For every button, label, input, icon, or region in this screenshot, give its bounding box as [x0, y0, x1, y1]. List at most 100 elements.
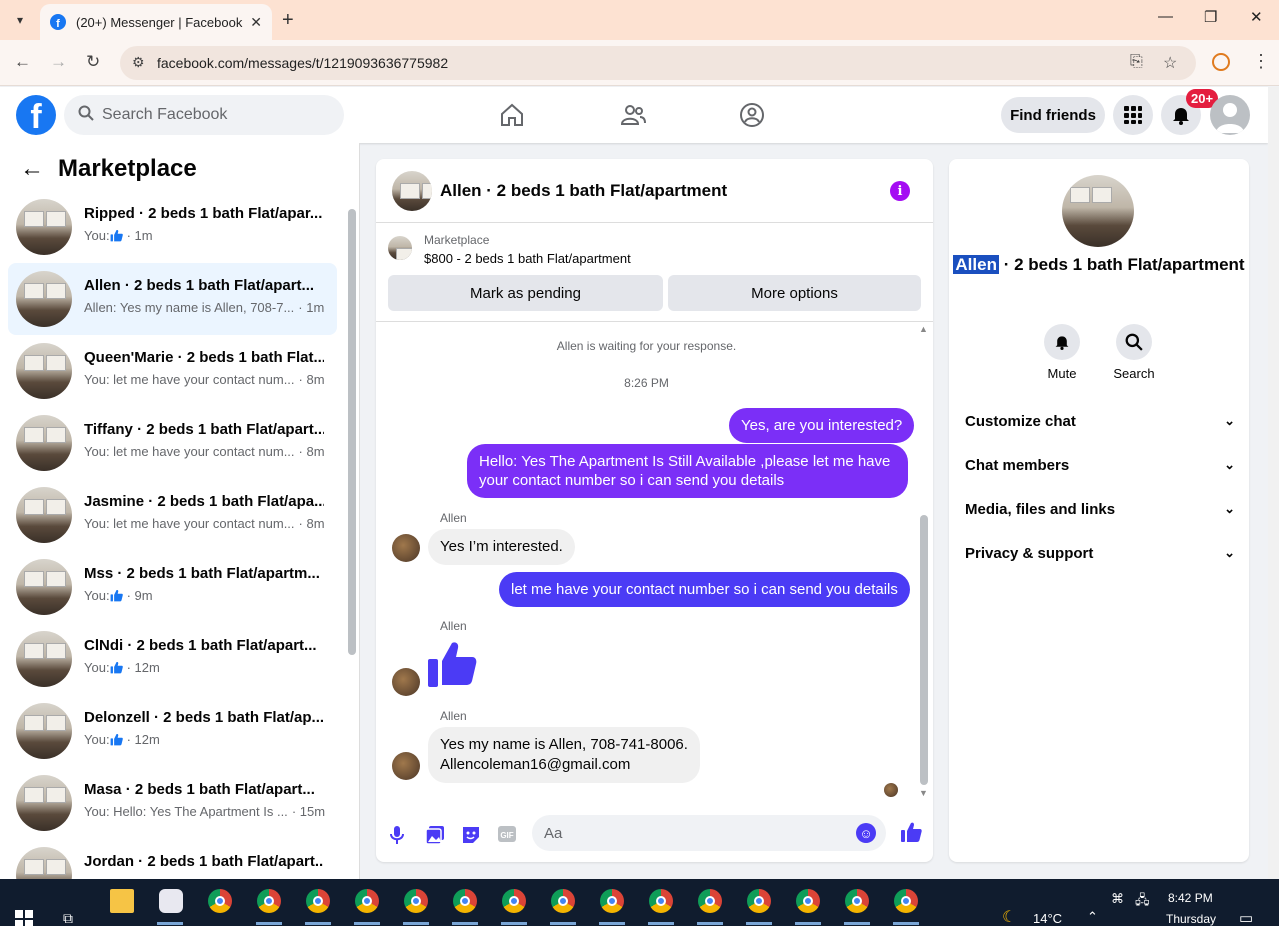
search-in-conversation-button[interactable]: Search	[1104, 324, 1164, 381]
photo-icon[interactable]	[425, 825, 445, 850]
new-tab-button[interactable]: +	[282, 8, 294, 32]
chrome-window-icon[interactable]	[208, 889, 232, 913]
conversation-item[interactable]: Delonzell · 2 beds 1 bath Flat/ap... You:…	[8, 695, 337, 767]
conversation-item[interactable]: Jasmine · 2 beds 1 bath Flat/apa... You: …	[8, 479, 337, 551]
address-bar[interactable]: ⚙ facebook.com/messages/t/12190936367759…	[120, 46, 1196, 80]
chrome-window-icon[interactable]	[845, 889, 869, 913]
browser-tab[interactable]: f (20+) Messenger | Facebook ✕	[40, 4, 272, 40]
back-arrow-icon[interactable]: ←	[20, 155, 44, 183]
conversation-item[interactable]: Mss · 2 beds 1 bath Flat/apartm... You: ·…	[8, 551, 337, 623]
incoming-message[interactable]: Yes my name is Allen, 708-741-8006. Alle…	[428, 727, 700, 783]
menu-grid-icon[interactable]	[1113, 95, 1153, 135]
conversation-item[interactable]: Allen · 2 beds 1 bath Flat/apart... Allen…	[8, 263, 337, 335]
gif-icon[interactable]: GIF	[497, 825, 517, 848]
chrome-window-icon[interactable]	[355, 889, 379, 913]
account-avatar[interactable]	[1210, 95, 1250, 135]
notifications-icon[interactable]: ▭	[1239, 909, 1253, 926]
windows-start-icon[interactable]	[15, 910, 33, 926]
chrome-window-icon[interactable]	[796, 889, 820, 913]
chat-listing-thumbnail[interactable]	[392, 171, 432, 211]
conversation-item[interactable]: ClNdi · 2 beds 1 bath Flat/apart... You: …	[8, 623, 337, 695]
conversation-item[interactable]: Masa · 2 beds 1 bath Flat/apart... You: H…	[8, 767, 337, 839]
listing-price-title[interactable]: $800 - 2 beds 1 bath Flat/apartment	[424, 251, 631, 266]
reload-button[interactable]: ↻	[86, 52, 100, 72]
bookmark-star-icon[interactable]: ☆	[1163, 53, 1177, 73]
search-facebook-input[interactable]: Search Facebook	[64, 95, 344, 135]
outgoing-message[interactable]: Hello: Yes The Apartment Is Still Availa…	[467, 444, 908, 498]
conversation-item[interactable]: Jordan · 2 beds 1 bath Flat/apart...	[8, 839, 337, 879]
groups-icon[interactable]	[738, 101, 766, 129]
facebook-logo-icon[interactable]: f	[16, 95, 56, 135]
site-info-icon[interactable]: ⚙	[132, 54, 145, 71]
install-app-icon[interactable]: ⎘	[1130, 53, 1143, 71]
close-window-button[interactable]: ✕	[1250, 8, 1263, 26]
mark-as-pending-button[interactable]: Mark as pending	[388, 275, 663, 311]
list-scrollbar[interactable]	[348, 209, 356, 655]
sender-avatar[interactable]	[392, 752, 420, 780]
chrome-window-icon[interactable]	[306, 889, 330, 913]
chrome-window-icon[interactable]	[649, 889, 673, 913]
listing-thumbnail[interactable]	[388, 236, 412, 260]
tray-chevron-icon[interactable]: ⌃	[1087, 909, 1098, 925]
outgoing-message[interactable]: let me have your contact number so i can…	[499, 572, 910, 607]
search-icon	[1116, 324, 1152, 360]
sender-avatar[interactable]	[392, 534, 420, 562]
chrome-window-icon[interactable]	[502, 889, 526, 913]
chat-scrollbar[interactable]	[920, 515, 928, 785]
tab-close-icon[interactable]: ✕	[250, 14, 262, 31]
restore-button[interactable]: ❐	[1204, 8, 1217, 26]
profile-icon[interactable]	[1212, 53, 1230, 71]
tray-app-icon[interactable]: ⌘	[1111, 891, 1124, 907]
back-button[interactable]: ←	[14, 52, 31, 72]
outgoing-message[interactable]: Yes, are you interested?	[729, 408, 915, 443]
privacy-support-row[interactable]: Privacy & support ⌄	[965, 538, 1235, 568]
chat-members-row[interactable]: Chat members ⌄	[965, 450, 1235, 480]
selected-name-text: Allen	[953, 255, 999, 274]
customize-chat-row[interactable]: Customize chat ⌄	[965, 406, 1235, 436]
incoming-message[interactable]: Yes I’m interested.	[428, 529, 575, 565]
info-icon[interactable]: i	[890, 181, 910, 201]
weather-moon-icon[interactable]: ☾	[1002, 907, 1016, 926]
like-sticker-icon[interactable]	[426, 639, 478, 694]
friends-icon[interactable]	[619, 101, 647, 129]
clock-day[interactable]: Thursday	[1166, 912, 1216, 926]
network-icon[interactable]: 🖧	[1135, 891, 1150, 913]
clock-time[interactable]: 8:42 PM	[1168, 891, 1213, 905]
chrome-window-icon[interactable]	[698, 889, 722, 913]
section-label: Chat members	[965, 456, 1070, 474]
conversation-item[interactable]: Ripped · 2 beds 1 bath Flat/apar... You: …	[8, 191, 337, 263]
forward-button[interactable]: →	[50, 52, 67, 72]
chrome-window-icon[interactable]	[551, 889, 575, 913]
like-send-icon[interactable]	[900, 821, 922, 848]
scroll-up-icon[interactable]: ▲	[919, 324, 928, 334]
sender-avatar[interactable]	[392, 668, 420, 696]
minimize-button[interactable]: —	[1158, 8, 1173, 25]
more-options-button[interactable]: More options	[668, 275, 921, 311]
chrome-window-icon[interactable]	[404, 889, 428, 913]
find-friends-button[interactable]: Find friends	[1001, 97, 1105, 133]
browser-menu-icon[interactable]: ⋮	[1252, 51, 1270, 72]
chrome-window-icon[interactable]	[257, 889, 281, 913]
page-scrollbar[interactable]	[1268, 87, 1279, 879]
weather-temp[interactable]: 14°C	[1033, 911, 1062, 926]
paint-app-icon[interactable]	[159, 889, 183, 913]
chrome-window-icon[interactable]	[453, 889, 477, 913]
conversation-item[interactable]: Tiffany · 2 beds 1 bath Flat/apart... You…	[8, 407, 337, 479]
mic-icon[interactable]	[390, 825, 404, 850]
chrome-window-icon[interactable]	[747, 889, 771, 913]
message-input[interactable]: Aa ☺	[532, 815, 886, 851]
conversation-item[interactable]: Queen'Marie · 2 beds 1 bath Flat... You: …	[8, 335, 337, 407]
media-files-links-row[interactable]: Media, files and links ⌄	[965, 494, 1235, 524]
mute-button[interactable]: Mute	[1032, 324, 1092, 381]
emoji-icon[interactable]: ☺	[856, 823, 876, 843]
listing-photo[interactable]	[1062, 175, 1134, 247]
scroll-down-icon[interactable]: ▼	[919, 788, 928, 798]
sticker-icon[interactable]	[461, 825, 481, 850]
chrome-window-icon[interactable]	[894, 889, 918, 913]
home-icon[interactable]	[498, 101, 526, 129]
chat-title[interactable]: Allen · 2 beds 1 bath Flat/apartment	[440, 181, 727, 201]
chrome-window-icon[interactable]	[600, 889, 624, 913]
task-view-icon[interactable]: ⧉	[63, 910, 73, 926]
tab-search-dropdown[interactable]: ▾	[8, 8, 32, 32]
file-explorer-icon[interactable]	[110, 889, 134, 913]
